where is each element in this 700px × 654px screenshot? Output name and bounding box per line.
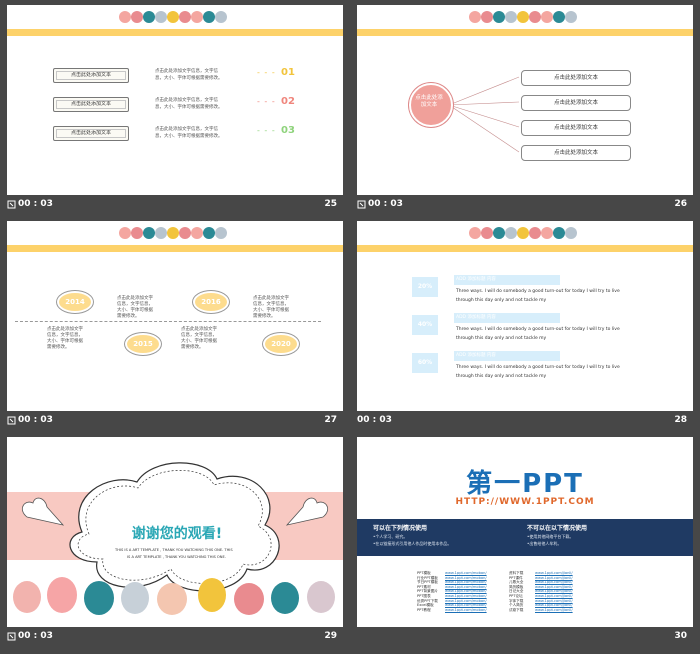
cannot-use-item-1: •使用其他网络平台下载。 — [527, 534, 574, 539]
slide-timing: 00 : 03 — [18, 199, 53, 209]
number-02: 02 — [281, 96, 295, 107]
text-box-1[interactable]: 点击此处添加文本 — [53, 68, 129, 83]
accent-bar — [357, 245, 693, 252]
row-text-1a: Three ways. I will do somebody a good tu… — [456, 289, 620, 294]
link-label: PPT教程 — [417, 607, 431, 612]
can-use-item-2: •在以链接形式引用他人作品时使用本作品。 — [373, 541, 452, 546]
links-right: 资料下载 PPT课件 儿歌大全 简历模板 日记大全 PPT论坛 字体下载 个人简… — [509, 571, 523, 612]
timeline-text-4: 点击此处添加文字信息，文字信息，大小、字体可根据需要修改。 — [181, 327, 217, 350]
timeline-text-1: 点击此处添加文字信息，文字信息，大小、字体可根据需要修改。 — [117, 296, 153, 319]
slide-thumb-28[interactable]: 20% ADD 添加标题 内容 Three ways. I will do so… — [357, 221, 693, 431]
slide-thumb-26[interactable]: 点击此处添加文本 点击此处添加文本 点击此处添加文本 点击此处添加文本 点击此处… — [357, 5, 693, 215]
number-01: 01 — [281, 67, 295, 78]
links-left: PPT模板 行业PPT模板 节日PPT模板 PPT素材 PPT背景图片 PPT图… — [417, 571, 438, 612]
percent-20: 20% — [412, 277, 438, 297]
year-bubble-2020[interactable]: 2020 — [263, 333, 299, 355]
branch-box-1[interactable]: 点击此处添加文本 — [521, 70, 631, 86]
brand-url: HTTP://WWW.1PPT.COM — [455, 497, 595, 507]
link-url[interactable]: www.1ppt.com/moban/ — [445, 571, 487, 576]
accent-bar — [7, 245, 343, 252]
row-header-3: ADD 添加标题 内容 — [454, 351, 560, 361]
link-url[interactable]: www.1ppt.com/jianli/ — [535, 571, 573, 576]
timing-icon — [7, 416, 16, 425]
desc-text-3: 点击此处添加文字信息，文字信息，大小、字体可根据需要修改。 — [155, 127, 223, 139]
dash-3: - - - — [257, 126, 276, 135]
link-url[interactable]: www.1ppt.com/jianli/ — [535, 594, 573, 599]
desc-text-2: 点击此处添加文字信息，文字信息，大小、字体可根据需要修改。 — [155, 98, 223, 110]
text-box-3[interactable]: 点击此处添加文本 — [53, 126, 129, 141]
link-label: 试卷下载 — [509, 607, 524, 612]
accent-bar — [7, 29, 343, 36]
slide-canvas: 点击此处添加文本 点击此处添加文本 点击此处添加文本 点击此处添加文字信息，文字… — [7, 5, 343, 195]
can-use-title: 可以在下列情况使用 — [373, 525, 428, 532]
slide-canvas: 第一PPT HTTP://WWW.1PPT.COM 可以在下列情况使用 •个人学… — [357, 437, 693, 627]
link-label: 资料下载 — [509, 571, 524, 575]
slide-timing: 00 : 03 — [368, 199, 403, 209]
desc-text-1: 点击此处添加文字信息，文字信息，大小、字体可根据需要修改。 — [155, 69, 223, 81]
thanks-sub-2: IS A ART TEMPLATE , THANK YOU WATCHING T… — [127, 555, 226, 559]
slide-thumb-25[interactable]: 点击此处添加文本 点击此处添加文本 点击此处添加文本 点击此处添加文字信息，文字… — [7, 5, 343, 215]
timing-icon — [7, 632, 16, 641]
slide-number: 30 — [674, 631, 687, 641]
link-url[interactable]: www.1ppt.com/moban/ — [445, 608, 487, 613]
slide-canvas: 20% ADD 添加标题 内容 Three ways. I will do so… — [357, 221, 693, 411]
slide-canvas: 点击此处添加文本 点击此处添加文本 点击此处添加文本 点击此处添加文本 点击此处… — [357, 5, 693, 195]
link-url[interactable]: www.1ppt.com/jianli/ — [535, 608, 573, 613]
slide-canvas: 2014 2015 2016 2020 点击此处添加文字信息，文字信息，大小、字… — [7, 221, 343, 411]
slide-timing: 00 : 03 — [18, 415, 53, 425]
row-text-2a: Three ways. I will do somebody a good tu… — [456, 327, 620, 332]
timing-icon — [357, 200, 366, 209]
birds-footer-icon — [13, 577, 335, 615]
year-bubble-2015[interactable]: 2015 — [125, 333, 161, 355]
timeline-text-3: 点击此处添加文字信息，文字信息，大小、字体可根据需要修改。 — [253, 296, 289, 319]
slide-number: 25 — [324, 199, 337, 209]
year-bubble-2016[interactable]: 2016 — [193, 291, 229, 313]
branch-box-2[interactable]: 点击此处添加文本 — [521, 95, 631, 111]
cannot-use-item-2: •出售给他人牟利。 — [527, 541, 562, 546]
timeline-line — [15, 321, 321, 322]
row-header-2: ADD 添加标题 内容 — [454, 313, 560, 323]
branch-box-3[interactable]: 点击此处添加文本 — [521, 120, 631, 136]
cannot-use-title: 不可以在以下情况使用 — [527, 525, 588, 532]
slide-timing: 00 : 03 — [18, 631, 53, 641]
slide-thumb-29[interactable]: 谢谢您的观看! THIS IS A ART TEMPLATE , THANK Y… — [7, 437, 343, 647]
timing-icon — [7, 200, 16, 209]
row-text-2b: through this day only and not tackle my — [456, 336, 547, 341]
slide-thumb-30[interactable]: 第一PPT HTTP://WWW.1PPT.COM 可以在下列情况使用 •个人学… — [357, 437, 693, 647]
year-bubble-2014[interactable]: 2014 — [57, 291, 93, 313]
percent-60: 60% — [412, 353, 438, 373]
urls-left[interactable]: www.1ppt.com/moban/ www.1ppt.com/moban/ … — [445, 571, 487, 612]
slide-number: 27 — [324, 415, 337, 425]
can-use-item-1: •个人学习、研究。 — [373, 534, 408, 539]
percent-40: 40% — [412, 315, 438, 335]
urls-right[interactable]: www.1ppt.com/jianli/ www.1ppt.com/jianli… — [535, 571, 573, 612]
brand-logo: 第一PPT — [466, 469, 584, 499]
center-bubble-text: 点击此处添加文本 — [415, 95, 443, 108]
slide-timing: 00 : 03 — [357, 415, 392, 425]
slide-number: 26 — [674, 199, 687, 209]
dash-1: - - - — [257, 68, 276, 77]
timeline-text-2: 点击此处添加文字信息，文字信息，大小、字体可根据需要修改。 — [47, 327, 83, 350]
slide-number: 28 — [674, 415, 687, 425]
link-url[interactable]: www.1ppt.com/moban/ — [445, 594, 487, 599]
row-text-1b: through this day only and not tackle my — [456, 298, 547, 303]
thanks-sub-1: THIS IS A ART TEMPLATE , THANK YOU WATCH… — [115, 548, 233, 552]
thanks-title: 谢谢您的观看! — [131, 526, 223, 542]
row-header-1: ADD 添加标题 内容 — [454, 275, 560, 285]
link-label: PPT论坛 — [509, 593, 523, 598]
branch-box-4[interactable]: 点击此处添加文本 — [521, 145, 631, 161]
number-03: 03 — [281, 125, 295, 136]
slide-thumb-27[interactable]: 2014 2015 2016 2020 点击此处添加文字信息，文字信息，大小、字… — [7, 221, 343, 431]
dash-2: - - - — [257, 97, 276, 106]
row-text-3b: through this day only and not tackle my — [456, 374, 547, 379]
text-box-2[interactable]: 点击此处添加文本 — [53, 97, 129, 112]
slide-canvas: 谢谢您的观看! THIS IS A ART TEMPLATE , THANK Y… — [7, 437, 343, 627]
slide-number: 29 — [324, 631, 337, 641]
row-text-3a: Three ways. I will do somebody a good tu… — [456, 365, 620, 370]
